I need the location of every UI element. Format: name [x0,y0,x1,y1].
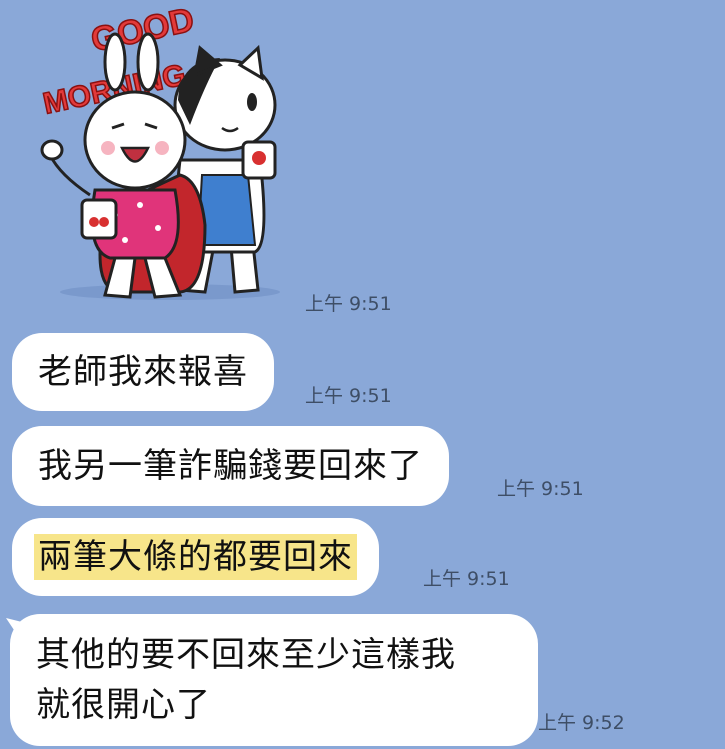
message-timestamp: 上午 9:52 [538,712,625,734]
message-row: 老師我來報喜 上午 9:51 [0,333,725,413]
message-timestamp: 上午 9:51 [305,385,392,407]
message-text-line: 其他的要不回來至少這樣我 [36,635,456,675]
sticker-timestamp: 上午 9:51 [305,293,392,315]
message-text: 我另一筆詐騙錢要回來了 [38,446,423,486]
message-text: 老師我來報喜 [38,352,248,392]
message-bubble[interactable]: 老師我來報喜 [12,333,274,411]
message-row: 兩筆大條的都要回來 上午 9:51 [0,518,725,598]
sticker-message: GOOD MORNING [0,0,725,320]
message-text-highlighted: 兩筆大條的都要回來 [34,534,357,580]
message-bubble[interactable]: 兩筆大條的都要回來 [12,518,379,596]
message-text-line: 就很開心了 [36,685,211,725]
chat-area[interactable]: GOOD MORNING [0,0,725,749]
message-timestamp: 上午 9:51 [423,568,510,590]
message-row: 我另一筆詐騙錢要回來了 上午 9:51 [0,426,725,508]
good-morning-sticker-icon[interactable]: GOOD MORNING [30,0,290,305]
message-bubble[interactable]: 我另一筆詐騙錢要回來了 [12,426,449,506]
message-bubble[interactable]: 其他的要不回來至少這樣我 就很開心了 [10,614,538,746]
message-row: 其他的要不回來至少這樣我 就很開心了 上午 9:52 [0,612,725,749]
message-timestamp: 上午 9:51 [497,478,584,500]
